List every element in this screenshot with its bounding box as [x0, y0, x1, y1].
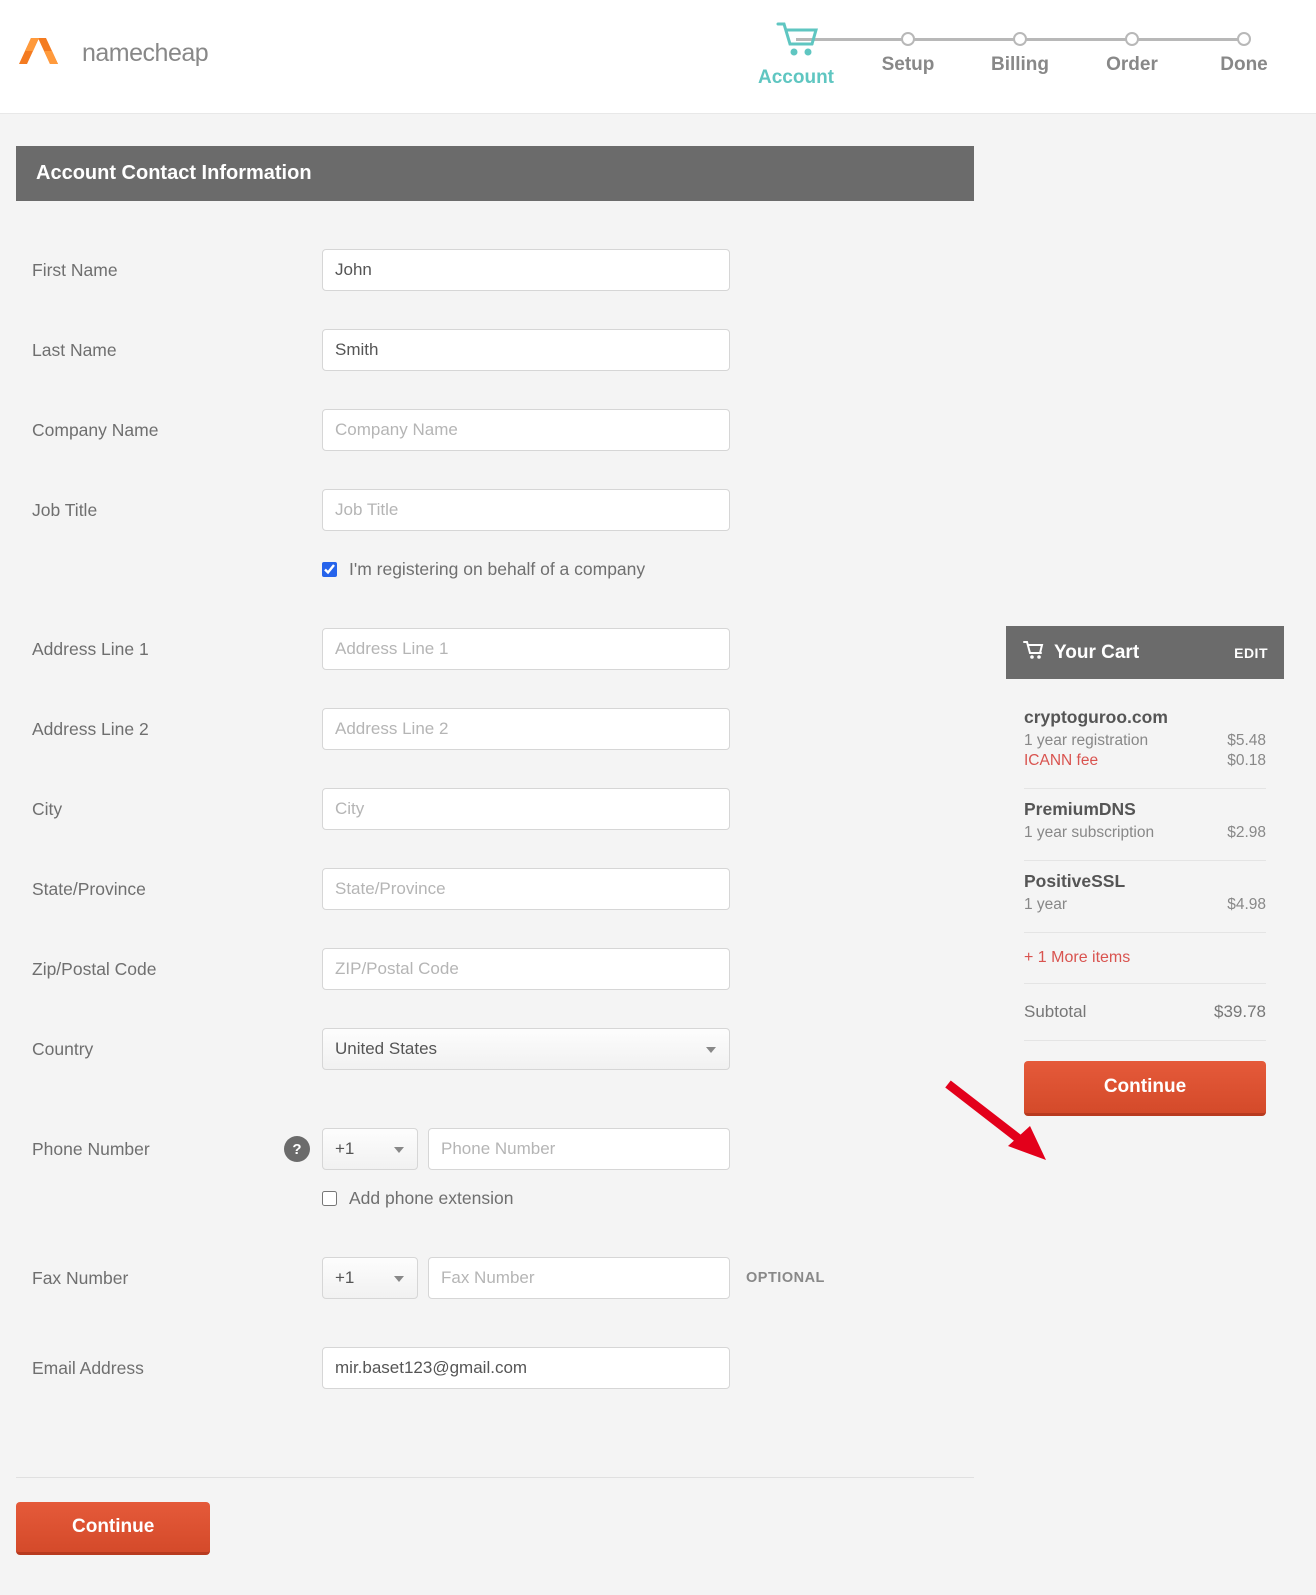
step-account[interactable]: Account — [740, 18, 852, 89]
country-select[interactable] — [322, 1028, 730, 1070]
email-label: Email Address — [30, 1358, 322, 1379]
help-icon[interactable]: ? — [284, 1136, 310, 1162]
cart-title: Your Cart — [1054, 642, 1139, 664]
on-behalf-label: I'm registering on behalf of a company — [349, 559, 645, 580]
cart-icon — [1022, 640, 1044, 665]
job-title-label: Job Title — [30, 500, 322, 521]
email-input[interactable] — [322, 1347, 730, 1389]
fax-label: Fax Number — [30, 1268, 322, 1289]
header: namecheap Account Setup Billing Order — [0, 0, 1316, 114]
step-label: Billing — [991, 54, 1049, 76]
step-billing[interactable]: Billing — [964, 18, 1076, 76]
cart-continue-button[interactable]: Continue — [1024, 1061, 1266, 1116]
icann-fee-label: ICANN fee — [1024, 752, 1098, 770]
fax-cc-select[interactable] — [322, 1257, 418, 1299]
job-title-input[interactable] — [322, 489, 730, 531]
address1-input[interactable] — [322, 628, 730, 670]
step-circle-icon — [1237, 32, 1251, 46]
cart-item-title: cryptoguroo.com — [1024, 707, 1266, 728]
step-done[interactable]: Done — [1188, 18, 1300, 76]
continue-button[interactable]: Continue — [16, 1502, 210, 1555]
fax-input[interactable] — [428, 1257, 730, 1299]
step-setup[interactable]: Setup — [852, 18, 964, 76]
first-name-input[interactable] — [322, 249, 730, 291]
step-circle-icon — [1125, 32, 1139, 46]
address2-label: Address Line 2 — [30, 719, 322, 740]
cart-item-title: PremiumDNS — [1024, 799, 1266, 820]
step-order[interactable]: Order — [1076, 18, 1188, 76]
address1-label: Address Line 1 — [30, 639, 322, 660]
cart-more-link[interactable]: + 1 More items — [1024, 933, 1266, 984]
country-label: Country — [30, 1039, 322, 1060]
step-label: Order — [1106, 54, 1158, 76]
logo[interactable]: namecheap — [16, 34, 208, 73]
cart-step-icon — [772, 18, 820, 63]
panel-title: Account Contact Information — [16, 146, 974, 201]
cart-item: cryptoguroo.com 1 year registration$5.48… — [1024, 697, 1266, 789]
cart-panel: Your Cart EDIT cryptoguroo.com 1 year re… — [1006, 626, 1284, 1134]
address2-input[interactable] — [322, 708, 730, 750]
logo-text: namecheap — [82, 39, 208, 68]
phone-label: Phone Number ? — [30, 1139, 322, 1160]
step-label: Setup — [882, 54, 935, 76]
phone-cc-select[interactable] — [322, 1128, 418, 1170]
logo-mark-icon — [16, 34, 76, 73]
checkout-stepper: Account Setup Billing Order Done — [740, 18, 1300, 89]
cart-subtotal: Subtotal $39.78 — [1024, 984, 1266, 1041]
zip-input[interactable] — [322, 948, 730, 990]
step-circle-icon — [1013, 32, 1027, 46]
city-label: City — [30, 799, 322, 820]
step-label: Done — [1220, 54, 1268, 76]
account-contact-panel: Account Contact Information First Name L… — [16, 146, 974, 1447]
zip-label: Zip/Postal Code — [30, 959, 322, 980]
cart-item-title: PositiveSSL — [1024, 871, 1266, 892]
cart-edit-link[interactable]: EDIT — [1234, 645, 1268, 661]
company-name-label: Company Name — [30, 420, 322, 441]
divider — [16, 1477, 974, 1478]
last-name-label: Last Name — [30, 340, 322, 361]
company-name-input[interactable] — [322, 409, 730, 451]
state-label: State/Province — [30, 879, 322, 900]
state-input[interactable] — [322, 868, 730, 910]
last-name-input[interactable] — [322, 329, 730, 371]
cart-item: PremiumDNS 1 year subscription$2.98 — [1024, 789, 1266, 861]
cart-item: PositiveSSL 1 year$4.98 — [1024, 861, 1266, 933]
optional-badge: OPTIONAL — [746, 1270, 825, 1286]
phone-ext-checkbox[interactable] — [322, 1191, 337, 1206]
first-name-label: First Name — [30, 260, 322, 281]
step-label: Account — [758, 67, 834, 89]
city-input[interactable] — [322, 788, 730, 830]
step-circle-icon — [901, 32, 915, 46]
phone-input[interactable] — [428, 1128, 730, 1170]
on-behalf-checkbox[interactable] — [322, 562, 337, 577]
phone-ext-label: Add phone extension — [349, 1188, 513, 1209]
